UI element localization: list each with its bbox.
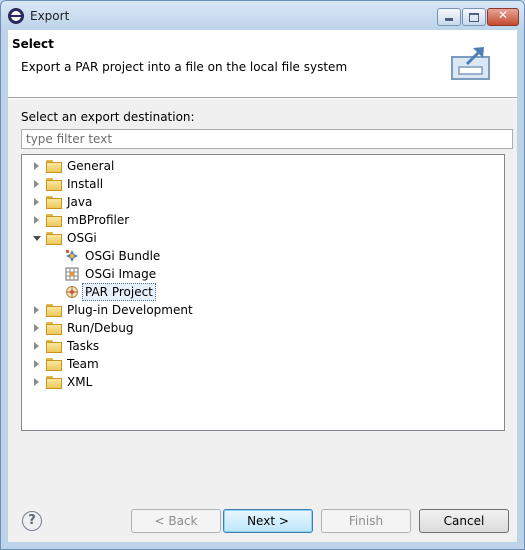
tree-item-label: Tasks	[67, 339, 100, 353]
minimize-button[interactable]	[437, 8, 461, 26]
back-button[interactable]: < Back	[131, 509, 221, 533]
maximize-icon	[469, 13, 479, 22]
tree-item-label: mBProfiler	[67, 213, 130, 227]
expand-arrow-icon[interactable]	[34, 360, 39, 368]
maximize-button[interactable]	[462, 8, 486, 26]
tree-item-label: Plug-in Development	[67, 303, 193, 317]
destination-tree[interactable]: General Install Java mBProfiler OSGi OSG…	[21, 154, 505, 431]
tree-item-label: Install	[67, 177, 104, 191]
banner-separator	[8, 98, 517, 99]
tree-item-label: Run/Debug	[67, 321, 134, 335]
close-icon: ✕	[497, 8, 509, 22]
next-button[interactable]: Next >	[223, 509, 313, 533]
page-title: Select	[12, 37, 54, 51]
folder-icon	[46, 322, 62, 335]
expand-arrow-icon[interactable]	[34, 342, 39, 350]
eclipse-icon	[8, 8, 24, 24]
osgi-image-icon	[65, 267, 79, 281]
title-bar[interactable]: Export ✕	[1, 1, 524, 30]
tree-item-label: OSGi Image	[85, 267, 157, 281]
folder-icon	[46, 196, 62, 209]
folder-icon	[46, 304, 62, 317]
close-button[interactable]: ✕	[487, 8, 519, 26]
par-project-icon	[66, 286, 78, 298]
folder-icon	[46, 214, 62, 227]
expand-arrow-icon[interactable]	[34, 378, 39, 386]
export-icon	[451, 47, 490, 80]
cancel-button[interactable]: Cancel	[419, 509, 509, 533]
folder-open-icon	[46, 232, 62, 245]
tree-item-label: Team	[67, 357, 99, 371]
expand-arrow-icon[interactable]	[34, 198, 39, 206]
destination-label: Select an export destination:	[21, 110, 195, 124]
export-dialog: Export ✕ Select Export a PAR project int…	[0, 0, 525, 550]
tree-item-label: OSGi	[67, 231, 97, 245]
osgi-bundle-icon	[66, 250, 78, 262]
tree-item-label: Java	[67, 195, 93, 209]
tree-item-label: OSGi Bundle	[85, 249, 161, 263]
collapse-arrow-icon[interactable]	[33, 236, 41, 241]
folder-icon	[46, 178, 62, 191]
folder-icon	[46, 160, 62, 173]
window-title: Export	[30, 9, 70, 23]
expand-arrow-icon[interactable]	[34, 162, 39, 170]
tree-item-label: XML	[67, 375, 93, 389]
expand-arrow-icon[interactable]	[34, 180, 39, 188]
tree-item-label: General	[67, 159, 115, 173]
help-icon[interactable]: ?	[22, 511, 42, 531]
page-description: Export a PAR project into a file on the …	[21, 60, 348, 74]
minimize-icon	[445, 18, 453, 21]
expand-arrow-icon[interactable]	[34, 216, 39, 224]
folder-icon	[46, 358, 62, 371]
filter-input[interactable]: type filter text	[21, 129, 513, 149]
expand-arrow-icon[interactable]	[34, 324, 39, 332]
dialog-body: Select Export a PAR project into a file …	[8, 30, 517, 542]
finish-button[interactable]: Finish	[321, 509, 411, 533]
wizard-banner: Select Export a PAR project into a file …	[8, 30, 517, 98]
folder-icon	[46, 376, 62, 389]
tree-item-label: PAR Project	[82, 283, 156, 301]
expand-arrow-icon[interactable]	[34, 306, 39, 314]
folder-icon	[46, 340, 62, 353]
